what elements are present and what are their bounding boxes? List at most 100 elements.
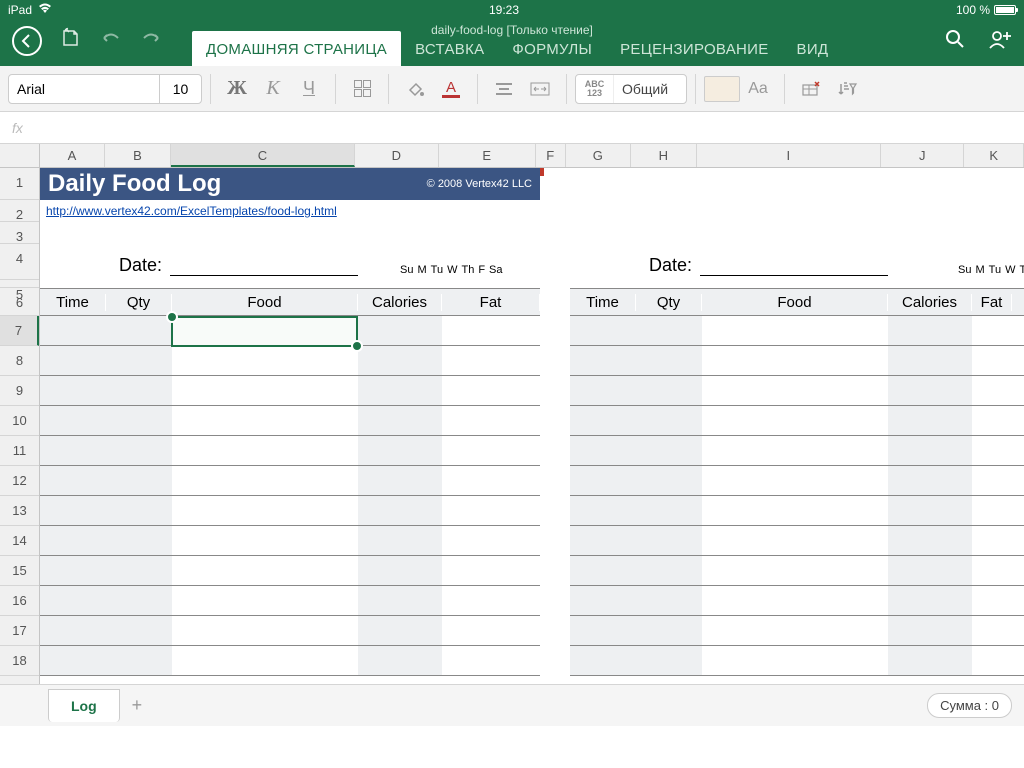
spreadsheet-grid[interactable]: A B C D E F G H I J K 1 2 3 4 5 6 7 8 9 … bbox=[0, 144, 1024, 726]
table-row[interactable] bbox=[570, 646, 1024, 676]
formula-input[interactable] bbox=[23, 120, 1012, 136]
table-row[interactable] bbox=[40, 526, 540, 556]
table-row[interactable] bbox=[40, 496, 540, 526]
table-row[interactable] bbox=[40, 556, 540, 586]
sheet-tab-bar: Log + Сумма : 0 bbox=[0, 684, 1024, 726]
date-label-right: Date: bbox=[570, 255, 700, 276]
file-actions-icon[interactable] bbox=[60, 27, 82, 55]
row-header-4[interactable]: 4 bbox=[0, 244, 39, 280]
row-header-7[interactable]: 7 bbox=[0, 316, 39, 346]
col-header-H[interactable]: H bbox=[631, 144, 696, 167]
borders-button[interactable] bbox=[344, 73, 380, 105]
row-header-15[interactable]: 15 bbox=[0, 556, 39, 586]
row-header-10[interactable]: 10 bbox=[0, 406, 39, 436]
col-header-A[interactable]: A bbox=[40, 144, 105, 167]
search-icon[interactable] bbox=[944, 28, 966, 56]
row-header-11[interactable]: 11 bbox=[0, 436, 39, 466]
merge-button[interactable] bbox=[522, 73, 558, 105]
table-row[interactable] bbox=[570, 616, 1024, 646]
sort-filter-button[interactable] bbox=[829, 73, 865, 105]
row-header-2[interactable]: 2 bbox=[0, 200, 39, 222]
undo-button[interactable] bbox=[100, 29, 122, 53]
table-row[interactable] bbox=[570, 496, 1024, 526]
redo-button[interactable] bbox=[140, 29, 162, 53]
table-row[interactable] bbox=[40, 616, 540, 646]
table-row[interactable] bbox=[570, 316, 1024, 346]
table-row[interactable] bbox=[40, 646, 540, 676]
template-link[interactable]: http://www.vertex42.com/ExcelTemplates/f… bbox=[46, 204, 337, 218]
left-day-section: Date: SuMTuWThFSa Time Qty Food Calories… bbox=[40, 244, 540, 676]
cell-styles-button[interactable] bbox=[704, 73, 740, 105]
row-header-16[interactable]: 16 bbox=[0, 586, 39, 616]
table-header-left: Time Qty Food Calories Fat bbox=[40, 288, 540, 316]
table-row[interactable] bbox=[570, 586, 1024, 616]
col-header-G[interactable]: G bbox=[566, 144, 631, 167]
col-header-K[interactable]: K bbox=[964, 144, 1024, 167]
insert-delete-button[interactable] bbox=[793, 73, 829, 105]
table-row[interactable] bbox=[570, 556, 1024, 586]
fx-label: fx bbox=[12, 120, 23, 136]
table-row[interactable] bbox=[40, 346, 540, 376]
row-header-3[interactable]: 3 bbox=[0, 222, 39, 244]
row-header-6[interactable]: 6 bbox=[0, 288, 39, 316]
right-day-section: Date: SuMTuWTh Time Qty Food Calories Fa… bbox=[570, 244, 1024, 676]
row-header-18[interactable]: 18 bbox=[0, 646, 39, 676]
row-header-8[interactable]: 8 bbox=[0, 346, 39, 376]
table-row[interactable] bbox=[570, 376, 1024, 406]
align-button[interactable] bbox=[486, 73, 522, 105]
row-header-17[interactable]: 17 bbox=[0, 616, 39, 646]
select-all-corner[interactable] bbox=[0, 144, 40, 167]
col-header-D[interactable]: D bbox=[355, 144, 438, 167]
col-header-I[interactable]: I bbox=[697, 144, 882, 167]
underline-button[interactable]: Ч bbox=[291, 73, 327, 105]
col-header-E[interactable]: E bbox=[439, 144, 536, 167]
row-header-14[interactable]: 14 bbox=[0, 526, 39, 556]
font-size-field[interactable]: 10 bbox=[159, 75, 201, 103]
table-row[interactable] bbox=[40, 436, 540, 466]
col-header-F[interactable]: F bbox=[536, 144, 566, 167]
status-time: 19:23 bbox=[489, 3, 519, 17]
add-sheet-button[interactable]: + bbox=[132, 695, 143, 716]
bold-button[interactable]: Ж bbox=[219, 73, 255, 105]
weekday-labels-left: SuMTuWThFSa bbox=[400, 264, 503, 276]
table-row[interactable] bbox=[40, 406, 540, 436]
table-row[interactable] bbox=[570, 346, 1024, 376]
share-icon[interactable] bbox=[988, 28, 1012, 56]
font-selector[interactable]: Arial 10 bbox=[8, 74, 202, 104]
row-header-9[interactable]: 9 bbox=[0, 376, 39, 406]
home-toolbar: Arial 10 Ж К Ч А ABC123 Общий Aa bbox=[0, 66, 1024, 112]
table-row[interactable] bbox=[570, 466, 1024, 496]
sheet-tab-log[interactable]: Log bbox=[48, 689, 120, 722]
battery-icon bbox=[994, 5, 1016, 15]
table-row[interactable] bbox=[40, 466, 540, 496]
wifi-icon bbox=[38, 3, 52, 17]
status-sum[interactable]: Сумма : 0 bbox=[927, 693, 1012, 718]
row-header-13[interactable]: 13 bbox=[0, 496, 39, 526]
table-row[interactable] bbox=[570, 406, 1024, 436]
col-header-B[interactable]: B bbox=[105, 144, 170, 167]
ios-status-bar: iPad 19:23 100 % bbox=[0, 0, 1024, 20]
row-header-1[interactable]: 1 bbox=[0, 168, 39, 200]
font-color-button[interactable]: А bbox=[433, 73, 469, 105]
formula-bar[interactable]: fx bbox=[0, 112, 1024, 144]
sheet-title-row: Daily Food Log © 2008 Vertex42 LLC bbox=[40, 168, 540, 200]
italic-button[interactable]: К bbox=[255, 73, 291, 105]
text-size-button[interactable]: Aa bbox=[740, 73, 776, 105]
row-header-5[interactable]: 5 bbox=[0, 280, 39, 288]
table-row[interactable] bbox=[40, 586, 540, 616]
table-row[interactable] bbox=[570, 436, 1024, 466]
date-input-left[interactable] bbox=[170, 256, 358, 276]
font-name-field[interactable]: Arial bbox=[9, 75, 159, 103]
sheet-title: Daily Food Log bbox=[40, 170, 221, 198]
table-row[interactable] bbox=[570, 526, 1024, 556]
date-input-right[interactable] bbox=[700, 256, 888, 276]
table-row[interactable] bbox=[40, 376, 540, 406]
sheet-copyright: © 2008 Vertex42 LLC bbox=[427, 178, 532, 190]
number-format-selector[interactable]: ABC123 Общий bbox=[575, 74, 687, 104]
row-header-12[interactable]: 12 bbox=[0, 466, 39, 496]
fill-color-button[interactable] bbox=[397, 73, 433, 105]
table-row[interactable] bbox=[40, 316, 540, 346]
col-header-J[interactable]: J bbox=[881, 144, 964, 167]
col-header-C[interactable]: C bbox=[171, 144, 356, 167]
device-label: iPad bbox=[8, 3, 32, 17]
